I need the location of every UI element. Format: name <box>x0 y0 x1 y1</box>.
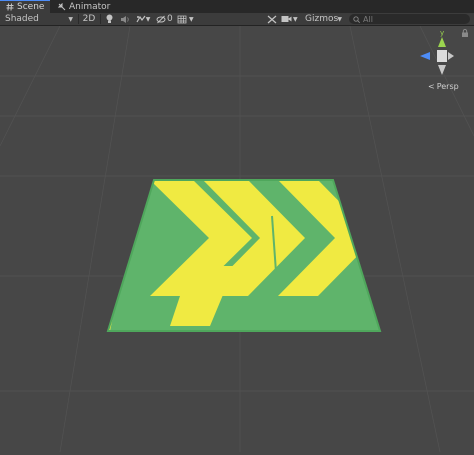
audio-toggle[interactable] <box>117 13 133 25</box>
lighting-toggle[interactable] <box>101 13 117 25</box>
effects-icon <box>136 15 146 22</box>
search-icon <box>353 15 360 23</box>
2d-mode-toggle[interactable]: 2D <box>80 13 98 25</box>
projection-label: Persp <box>436 82 459 91</box>
hashtag-icon <box>6 3 14 11</box>
speaker-icon <box>121 15 129 23</box>
camera-icon <box>281 16 292 22</box>
shading-mode-dropdown[interactable]: Shaded ▼ <box>2 13 76 25</box>
search-field[interactable] <box>349 14 470 24</box>
scene-toolbar: Shaded ▼ 2D ▼ 0 ▼ ▼ Gizmos ▼ <box>0 13 474 26</box>
tab-scene-label: Scene <box>17 2 45 12</box>
animator-icon <box>57 2 66 11</box>
shading-mode-label: Shaded <box>5 14 39 24</box>
chevron-down-icon: ▼ <box>337 16 342 23</box>
eye-slash-icon <box>156 15 166 23</box>
gizmos-dropdown[interactable]: Gizmos ▼ <box>303 13 345 25</box>
toolbar-divider <box>78 14 79 24</box>
y-axis-label: y <box>440 29 444 37</box>
effects-dropdown[interactable]: ▼ <box>133 13 153 25</box>
gizmos-label: Gizmos <box>305 14 339 24</box>
hidden-objects-count: 0 <box>167 14 173 24</box>
tools-icon <box>267 15 277 23</box>
tab-animator[interactable]: Animator <box>52 0 110 13</box>
scene-render <box>0 25 474 453</box>
tab-scene[interactable]: Scene <box>0 0 50 13</box>
scene-viewport[interactable]: y < Persp <box>0 25 474 453</box>
chevron-down-icon: ▼ <box>293 15 298 23</box>
chevron-floor-tile[interactable] <box>80 179 382 332</box>
chevron-down-icon: ▼ <box>145 15 151 23</box>
grid-dropdown[interactable]: ▼ <box>177 13 201 25</box>
chevron-down-icon: ▼ <box>189 15 194 23</box>
chevron-left-icon: < <box>428 82 435 91</box>
projection-toggle[interactable]: < Persp <box>428 82 459 91</box>
lock-icon[interactable] <box>461 29 469 37</box>
grid-icon <box>177 15 187 23</box>
search-input[interactable] <box>363 14 463 24</box>
tools-button[interactable] <box>264 13 280 25</box>
hidden-objects-toggle[interactable]: 0 <box>156 13 176 25</box>
lightbulb-icon <box>106 14 112 23</box>
camera-dropdown[interactable]: ▼ <box>281 13 301 25</box>
chevron-down-icon: ▼ <box>68 16 73 23</box>
tab-animator-label: Animator <box>69 1 111 12</box>
window-tab-bar: Scene Animator <box>0 0 474 13</box>
2d-mode-label: 2D <box>82 14 96 24</box>
